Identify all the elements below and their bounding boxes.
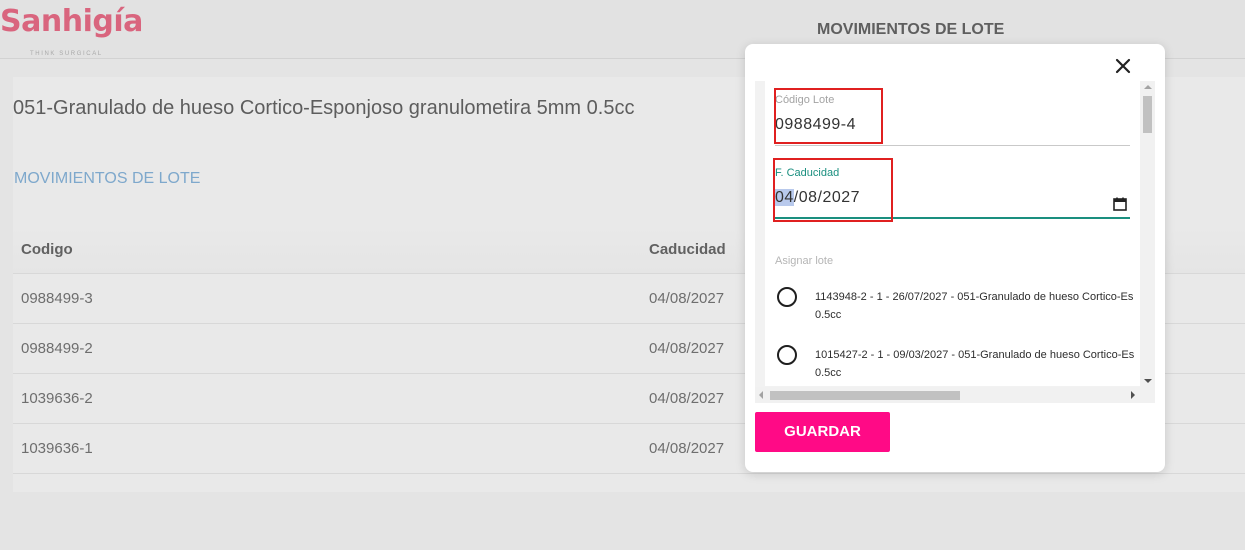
scroll-up-icon[interactable] — [1144, 85, 1152, 89]
radio-button[interactable] — [777, 287, 797, 307]
date-rest-segment[interactable]: /08/2027 — [794, 189, 860, 206]
logo-tagline: THINK SURGICAL — [30, 51, 103, 57]
codigo-lote-field[interactable]: Código Lote 0988499-4 — [775, 94, 1130, 146]
date-day-segment[interactable]: 04 — [775, 189, 794, 206]
cell-codigo: 0988499-2 — [21, 340, 93, 357]
cell-caducidad: 04/08/2027 — [649, 290, 725, 307]
horizontal-scroll-thumb[interactable] — [770, 391, 960, 400]
calendar-icon[interactable] — [1112, 196, 1128, 212]
lot-movement-dialog: Código Lote 0988499-4 F. Caducidad 04/08… — [745, 44, 1165, 472]
lot-option-label: 1015427-2 - 1 - 09/03/2027 - 051-Granula… — [815, 346, 1134, 382]
codigo-lote-label: Código Lote — [775, 94, 835, 106]
assign-lot-label: Asignar lote — [775, 255, 834, 267]
section-title: MOVIMIENTOS DE LOTE — [14, 170, 201, 187]
logo[interactable]: Sanhigía THINK SURGICAL — [0, 4, 150, 59]
product-title: 051-Granulado de hueso Cortico-Esponjoso… — [13, 97, 635, 119]
codigo-lote-input[interactable]: 0988499-4 — [775, 116, 1130, 134]
page-title: MOVIMIENTOS DE LOTE — [817, 21, 1005, 38]
column-header-codigo[interactable]: Codigo — [21, 241, 73, 258]
lot-option-line2: 0.5cc — [815, 309, 842, 321]
scroll-left-icon[interactable] — [759, 391, 763, 399]
fecha-caducidad-field[interactable]: F. Caducidad 04/08/2027 — [775, 167, 1130, 219]
scroll-right-icon[interactable] — [1131, 391, 1135, 399]
lot-option-line2: 0.5cc — [815, 367, 842, 379]
radio-button[interactable] — [777, 345, 797, 365]
lot-option-line1: 1015427-2 - 1 - 09/03/2027 - 051-Granula… — [815, 349, 1135, 361]
save-button[interactable]: GUARDAR — [755, 412, 890, 452]
dialog-form: Código Lote 0988499-4 F. Caducidad 04/08… — [765, 81, 1140, 386]
dialog-scroll-area[interactable]: Código Lote 0988499-4 F. Caducidad 04/08… — [755, 81, 1155, 403]
fecha-caducidad-input[interactable]: 04/08/2027 — [775, 189, 1130, 207]
close-icon[interactable] — [1113, 56, 1133, 76]
cell-caducidad: 04/08/2027 — [649, 390, 725, 407]
vertical-scroll-thumb[interactable] — [1143, 96, 1152, 133]
lot-option-line1: 1143948-2 - 1 - 26/07/2027 - 051-Granula… — [815, 291, 1134, 303]
cell-codigo: 0988499-3 — [21, 290, 93, 307]
logo-text: Sanhigía — [0, 4, 143, 39]
cell-caducidad: 04/08/2027 — [649, 440, 725, 457]
cell-codigo: 1039636-2 — [21, 390, 93, 407]
fecha-caducidad-label: F. Caducidad — [775, 167, 840, 179]
horizontal-scrollbar[interactable] — [755, 387, 1155, 403]
scroll-down-icon[interactable] — [1144, 379, 1152, 383]
cell-caducidad: 04/08/2027 — [649, 340, 725, 357]
cell-codigo: 1039636-1 — [21, 440, 93, 457]
vertical-scrollbar[interactable] — [1140, 81, 1155, 387]
column-header-caducidad[interactable]: Caducidad — [649, 241, 726, 258]
lot-option-label: 1143948-2 - 1 - 26/07/2027 - 051-Granula… — [815, 288, 1133, 324]
